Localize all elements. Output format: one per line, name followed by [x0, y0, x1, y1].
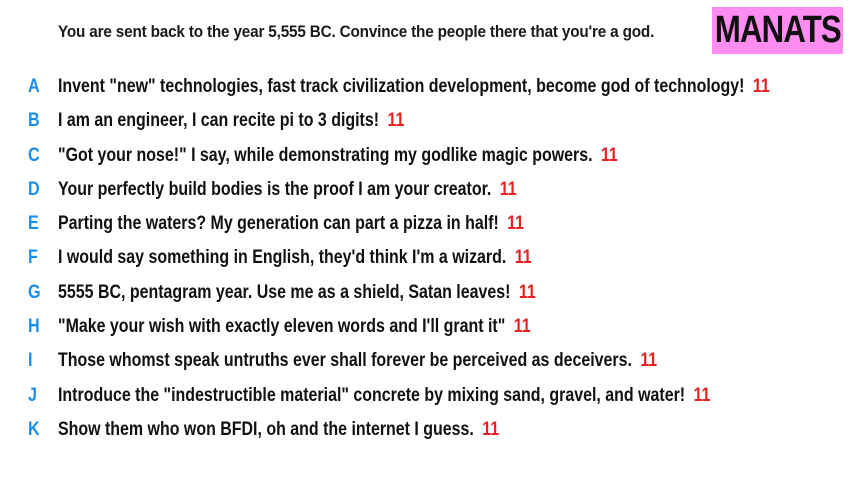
- answer-letter: J: [28, 384, 37, 406]
- answer-letter: D: [28, 178, 40, 200]
- answer-score: 11: [513, 316, 531, 338]
- manats-logo: MANATS: [712, 7, 843, 54]
- answer-line: 5555 BC, pentagram year. Use me as a shi…: [58, 282, 536, 304]
- answer-row-g: G 5555 BC, pentagram year. Use me as a s…: [0, 276, 853, 310]
- answer-score: 11: [499, 178, 517, 200]
- answer-line: "Got your nose!" I say, while demonstrat…: [58, 145, 618, 167]
- answer-row-c: C "Got your nose!" I say, while demonstr…: [0, 139, 853, 173]
- answer-letter: F: [28, 247, 38, 269]
- answer-letter: G: [28, 281, 41, 303]
- answer-text: Your perfectly build bodies is the proof…: [58, 178, 492, 200]
- answer-list: A Invent "new" technologies, fast track …: [0, 70, 853, 447]
- answer-letter: H: [28, 316, 40, 338]
- answer-row-e: E Parting the waters? My generation can …: [0, 207, 853, 241]
- answer-line: Introduce the "indestructible material" …: [58, 385, 710, 407]
- answer-line: Parting the waters? My generation can pa…: [58, 213, 524, 235]
- answer-letter: E: [28, 213, 39, 235]
- answer-text: I am an engineer, I can recite pi to 3 d…: [58, 110, 380, 132]
- answer-line: I would say something in English, they'd…: [58, 247, 532, 269]
- answer-line: Show them who won BFDI, oh and the inter…: [58, 419, 499, 441]
- answer-line: I am an engineer, I can recite pi to 3 d…: [58, 110, 404, 132]
- answer-row-j: J Introduce the "indestructible material…: [0, 379, 853, 413]
- answer-line: "Make your wish with exactly eleven word…: [58, 316, 531, 338]
- answer-score: 11: [693, 384, 711, 406]
- logo-text: MANATS: [714, 9, 841, 51]
- answer-letter: C: [28, 144, 40, 166]
- answer-line: Your perfectly build bodies is the proof…: [58, 179, 517, 201]
- answer-text: Show them who won BFDI, oh and the inter…: [58, 418, 474, 440]
- answer-row-h: H "Make your wish with exactly eleven wo…: [0, 310, 853, 344]
- answer-text: 5555 BC, pentagram year. Use me as a shi…: [58, 281, 511, 303]
- answer-text: I would say something in English, they'd…: [58, 247, 507, 269]
- answer-letter: A: [28, 76, 40, 97]
- answer-score: 11: [387, 110, 405, 132]
- answer-line: Those whomst speak untruths ever shall f…: [58, 350, 657, 372]
- answer-row-b: B I am an engineer, I can recite pi to 3…: [0, 104, 853, 138]
- answer-row-i: I Those whomst speak untruths ever shall…: [0, 344, 853, 378]
- answer-score: 11: [752, 76, 770, 97]
- answer-score: 11: [640, 350, 658, 372]
- answer-text: Introduce the "indestructible material" …: [58, 384, 686, 406]
- answer-text: Parting the waters? My generation can pa…: [58, 213, 499, 235]
- answer-row-d: D Your perfectly build bodies is the pro…: [0, 173, 853, 207]
- answer-text: Those whomst speak untruths ever shall f…: [58, 350, 632, 372]
- answer-letter: I: [28, 350, 33, 372]
- answer-line: Invent "new" technologies, fast track ci…: [58, 76, 770, 98]
- answer-text: Invent "new" technologies, fast track ci…: [58, 76, 745, 97]
- answer-row-a: A Invent "new" technologies, fast track …: [0, 70, 853, 104]
- prompt-text: You are sent back to the year 5,555 BC. …: [58, 22, 655, 41]
- answer-text: "Make your wish with exactly eleven word…: [58, 316, 506, 338]
- answer-row-f: F I would say something in English, they…: [0, 241, 853, 275]
- answer-score: 11: [482, 418, 500, 440]
- answer-letter: K: [28, 418, 40, 440]
- answer-score: 11: [518, 281, 536, 303]
- answer-row-k: K Show them who won BFDI, oh and the int…: [0, 413, 853, 447]
- answer-score: 11: [600, 144, 618, 166]
- answer-text: "Got your nose!" I say, while demonstrat…: [58, 144, 593, 166]
- answer-letter: B: [28, 110, 40, 132]
- answer-score: 11: [507, 213, 525, 235]
- answer-score: 11: [514, 247, 532, 269]
